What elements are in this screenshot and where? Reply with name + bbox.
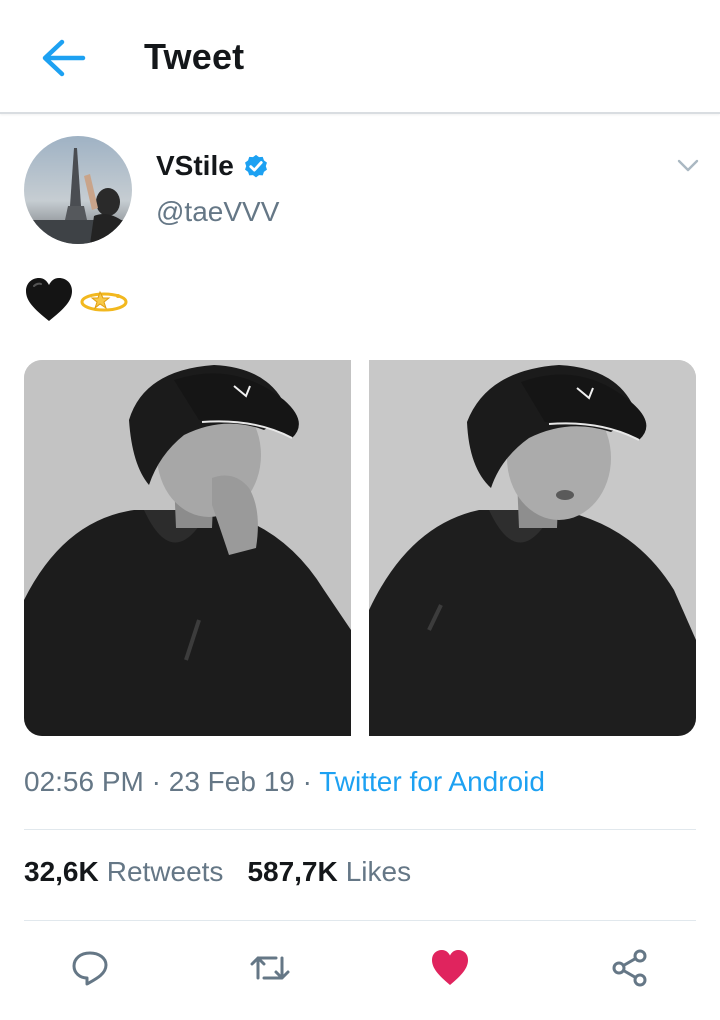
retweet-button[interactable] xyxy=(248,946,292,990)
likes-count: 587,7K xyxy=(247,856,338,887)
likes-label: Likes xyxy=(345,856,412,887)
divider xyxy=(24,920,696,921)
likes-stat[interactable]: 587,7K Likes xyxy=(247,856,411,888)
tweet-time: 02:56 PM xyxy=(24,766,144,797)
like-button[interactable] xyxy=(428,946,472,990)
black-heart-emoji xyxy=(26,278,72,321)
engagement-stats: 32,6K Retweets 587,7K Likes xyxy=(24,856,411,888)
avatar[interactable] xyxy=(24,136,132,244)
photo-2-image xyxy=(369,360,696,736)
reply-button[interactable] xyxy=(68,946,112,990)
dizzy-emoji xyxy=(80,290,128,312)
retweets-label: Retweets xyxy=(106,856,224,887)
tweet-detail-page: Tweet VStile @taeVVV 02:56 PM · 23 Feb 1… xyxy=(0,0,720,1020)
tweet-photo-1[interactable] xyxy=(24,360,351,736)
retweets-stat[interactable]: 32,6K Retweets xyxy=(24,856,223,888)
meta-separator: · xyxy=(143,766,169,797)
author-name-row: VStile xyxy=(156,146,270,186)
tweet-action-bar xyxy=(0,936,720,1000)
author-display-name[interactable]: VStile xyxy=(156,150,234,182)
avatar-image xyxy=(24,136,132,244)
tweet-text xyxy=(24,276,130,324)
back-arrow-icon xyxy=(42,39,86,77)
page-title: Tweet xyxy=(144,36,245,77)
share-button[interactable] xyxy=(608,946,652,990)
tweet-source-link[interactable]: Twitter for Android xyxy=(319,766,545,797)
reply-icon xyxy=(72,951,108,986)
retweet-icon xyxy=(250,956,290,980)
tweet-date: 23 Feb 19 xyxy=(168,766,295,797)
retweets-count: 32,6K xyxy=(24,856,99,887)
share-icon xyxy=(612,949,647,987)
tweet-meta: 02:56 PM · 23 Feb 19 · Twitter for Andro… xyxy=(24,766,545,798)
divider xyxy=(24,829,696,830)
photo-1-image xyxy=(24,360,351,736)
more-options-button[interactable] xyxy=(672,150,704,182)
tweet-photo-2[interactable] xyxy=(369,360,696,736)
like-icon xyxy=(432,950,468,985)
chevron-down-icon xyxy=(677,159,699,172)
back-button[interactable] xyxy=(30,30,96,86)
media-grid xyxy=(24,360,696,736)
verified-badge-icon xyxy=(242,152,270,180)
top-app-bar: Tweet xyxy=(0,0,720,114)
meta-separator: · xyxy=(294,766,320,797)
author-handle[interactable]: @taeVVV xyxy=(156,196,279,228)
